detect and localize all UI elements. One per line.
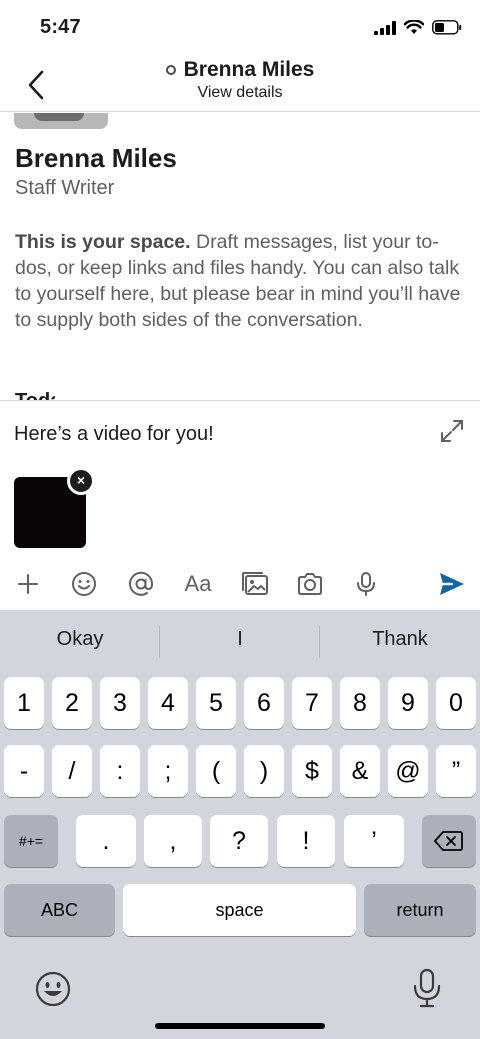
format-label: Aa <box>184 571 212 596</box>
format-text-button[interactable]: Aa <box>180 569 216 599</box>
emoji-keyboard-button[interactable] <box>34 970 72 1008</box>
wifi-icon <box>404 20 424 34</box>
key-abc[interactable]: ABC <box>4 884 115 936</box>
key-comma[interactable]: , <box>144 815 202 867</box>
emoji-keyboard-icon <box>35 971 71 1007</box>
channel-header: Brenna Miles View details <box>0 56 480 112</box>
profile-role: Staff Writer <box>15 177 115 199</box>
key-question[interactable]: ? <box>210 815 268 867</box>
key-colon[interactable]: : <box>100 745 140 797</box>
profile-name[interactable]: Brenna Miles <box>15 143 177 174</box>
key-exclamation[interactable]: ! <box>277 815 335 867</box>
signal-icon <box>374 20 396 35</box>
dictation-button[interactable] <box>412 968 442 1008</box>
key-at[interactable]: @ <box>388 745 428 797</box>
key-apostrophe[interactable]: ’ <box>344 815 404 867</box>
presence-status-icon <box>165 65 176 75</box>
key-4[interactable]: 4 <box>148 677 188 729</box>
send-button[interactable] <box>437 569 467 599</box>
avatar[interactable] <box>14 113 108 129</box>
plus-icon <box>18 574 38 594</box>
key-ampersand[interactable]: & <box>340 745 380 797</box>
backspace-icon <box>434 831 463 851</box>
add-button[interactable] <box>13 569 43 599</box>
message-composer: Here’s a video for you! × Aa <box>0 400 480 610</box>
suggestion-1[interactable]: Okay <box>0 628 160 651</box>
key-5[interactable]: 5 <box>196 677 236 729</box>
key-9[interactable]: 9 <box>388 677 428 729</box>
camera-button[interactable] <box>295 569 325 599</box>
dictation-microphone-icon <box>413 968 441 1008</box>
microphone-icon <box>357 572 375 596</box>
key-dollar[interactable]: $ <box>292 745 332 797</box>
battery-icon <box>432 20 462 35</box>
key-1[interactable]: 1 <box>4 677 44 729</box>
emoji-icon <box>72 572 96 596</box>
status-time: 5:47 <box>40 16 81 38</box>
key-6[interactable]: 6 <box>244 677 284 729</box>
key-2[interactable]: 2 <box>52 677 92 729</box>
intro-lead: This is your space. <box>15 231 191 253</box>
suggestion-2[interactable]: I <box>160 628 320 651</box>
voice-message-button[interactable] <box>351 569 381 599</box>
message-input[interactable]: Here’s a video for you! <box>14 423 214 446</box>
composer-toolbar: Aa <box>0 563 480 603</box>
key-8[interactable]: 8 <box>340 677 380 729</box>
remove-attachment-button[interactable]: × <box>67 467 95 495</box>
date-divider: Today <box>15 388 55 400</box>
expand-icon <box>441 420 463 442</box>
expand-composer-button[interactable] <box>438 417 466 445</box>
key-return[interactable]: return <box>364 884 476 936</box>
key-space[interactable]: space <box>123 884 356 936</box>
camera-icon <box>298 573 322 595</box>
key-more-symbols[interactable]: #+= <box>4 815 58 867</box>
key-semicolon[interactable]: ; <box>148 745 188 797</box>
on-screen-keyboard: Okay I Thank 1 2 3 4 5 6 7 8 9 0 - / : ;… <box>0 610 480 1039</box>
status-icons <box>374 20 462 35</box>
key-7[interactable]: 7 <box>292 677 332 729</box>
at-sign-icon <box>129 571 154 596</box>
header-title-area[interactable]: Brenna Miles View details <box>0 58 480 102</box>
mention-button[interactable] <box>126 569 156 599</box>
key-0[interactable]: 0 <box>436 677 476 729</box>
key-delete[interactable] <box>422 815 476 867</box>
photo-library-button[interactable] <box>240 569 270 599</box>
predictive-text-bar: Okay I Thank <box>0 610 480 674</box>
suggestion-3[interactable]: Thank <box>320 628 480 651</box>
key-close-paren[interactable]: ) <box>244 745 284 797</box>
emoji-button[interactable] <box>69 569 99 599</box>
key-3[interactable]: 3 <box>100 677 140 729</box>
photo-library-icon <box>242 572 268 595</box>
key-hyphen[interactable]: - <box>4 745 44 797</box>
send-icon <box>440 573 464 595</box>
home-indicator[interactable] <box>155 1023 325 1029</box>
view-details-link[interactable]: View details <box>0 84 480 102</box>
status-bar: 5:47 <box>0 0 480 56</box>
key-quote[interactable]: ” <box>436 745 476 797</box>
self-dm-intro: This is your space. Draft messages, list… <box>15 229 465 333</box>
header-title: Brenna Miles <box>183 58 315 81</box>
key-period[interactable]: . <box>76 815 136 867</box>
key-slash[interactable]: / <box>52 745 92 797</box>
key-open-paren[interactable]: ( <box>196 745 236 797</box>
